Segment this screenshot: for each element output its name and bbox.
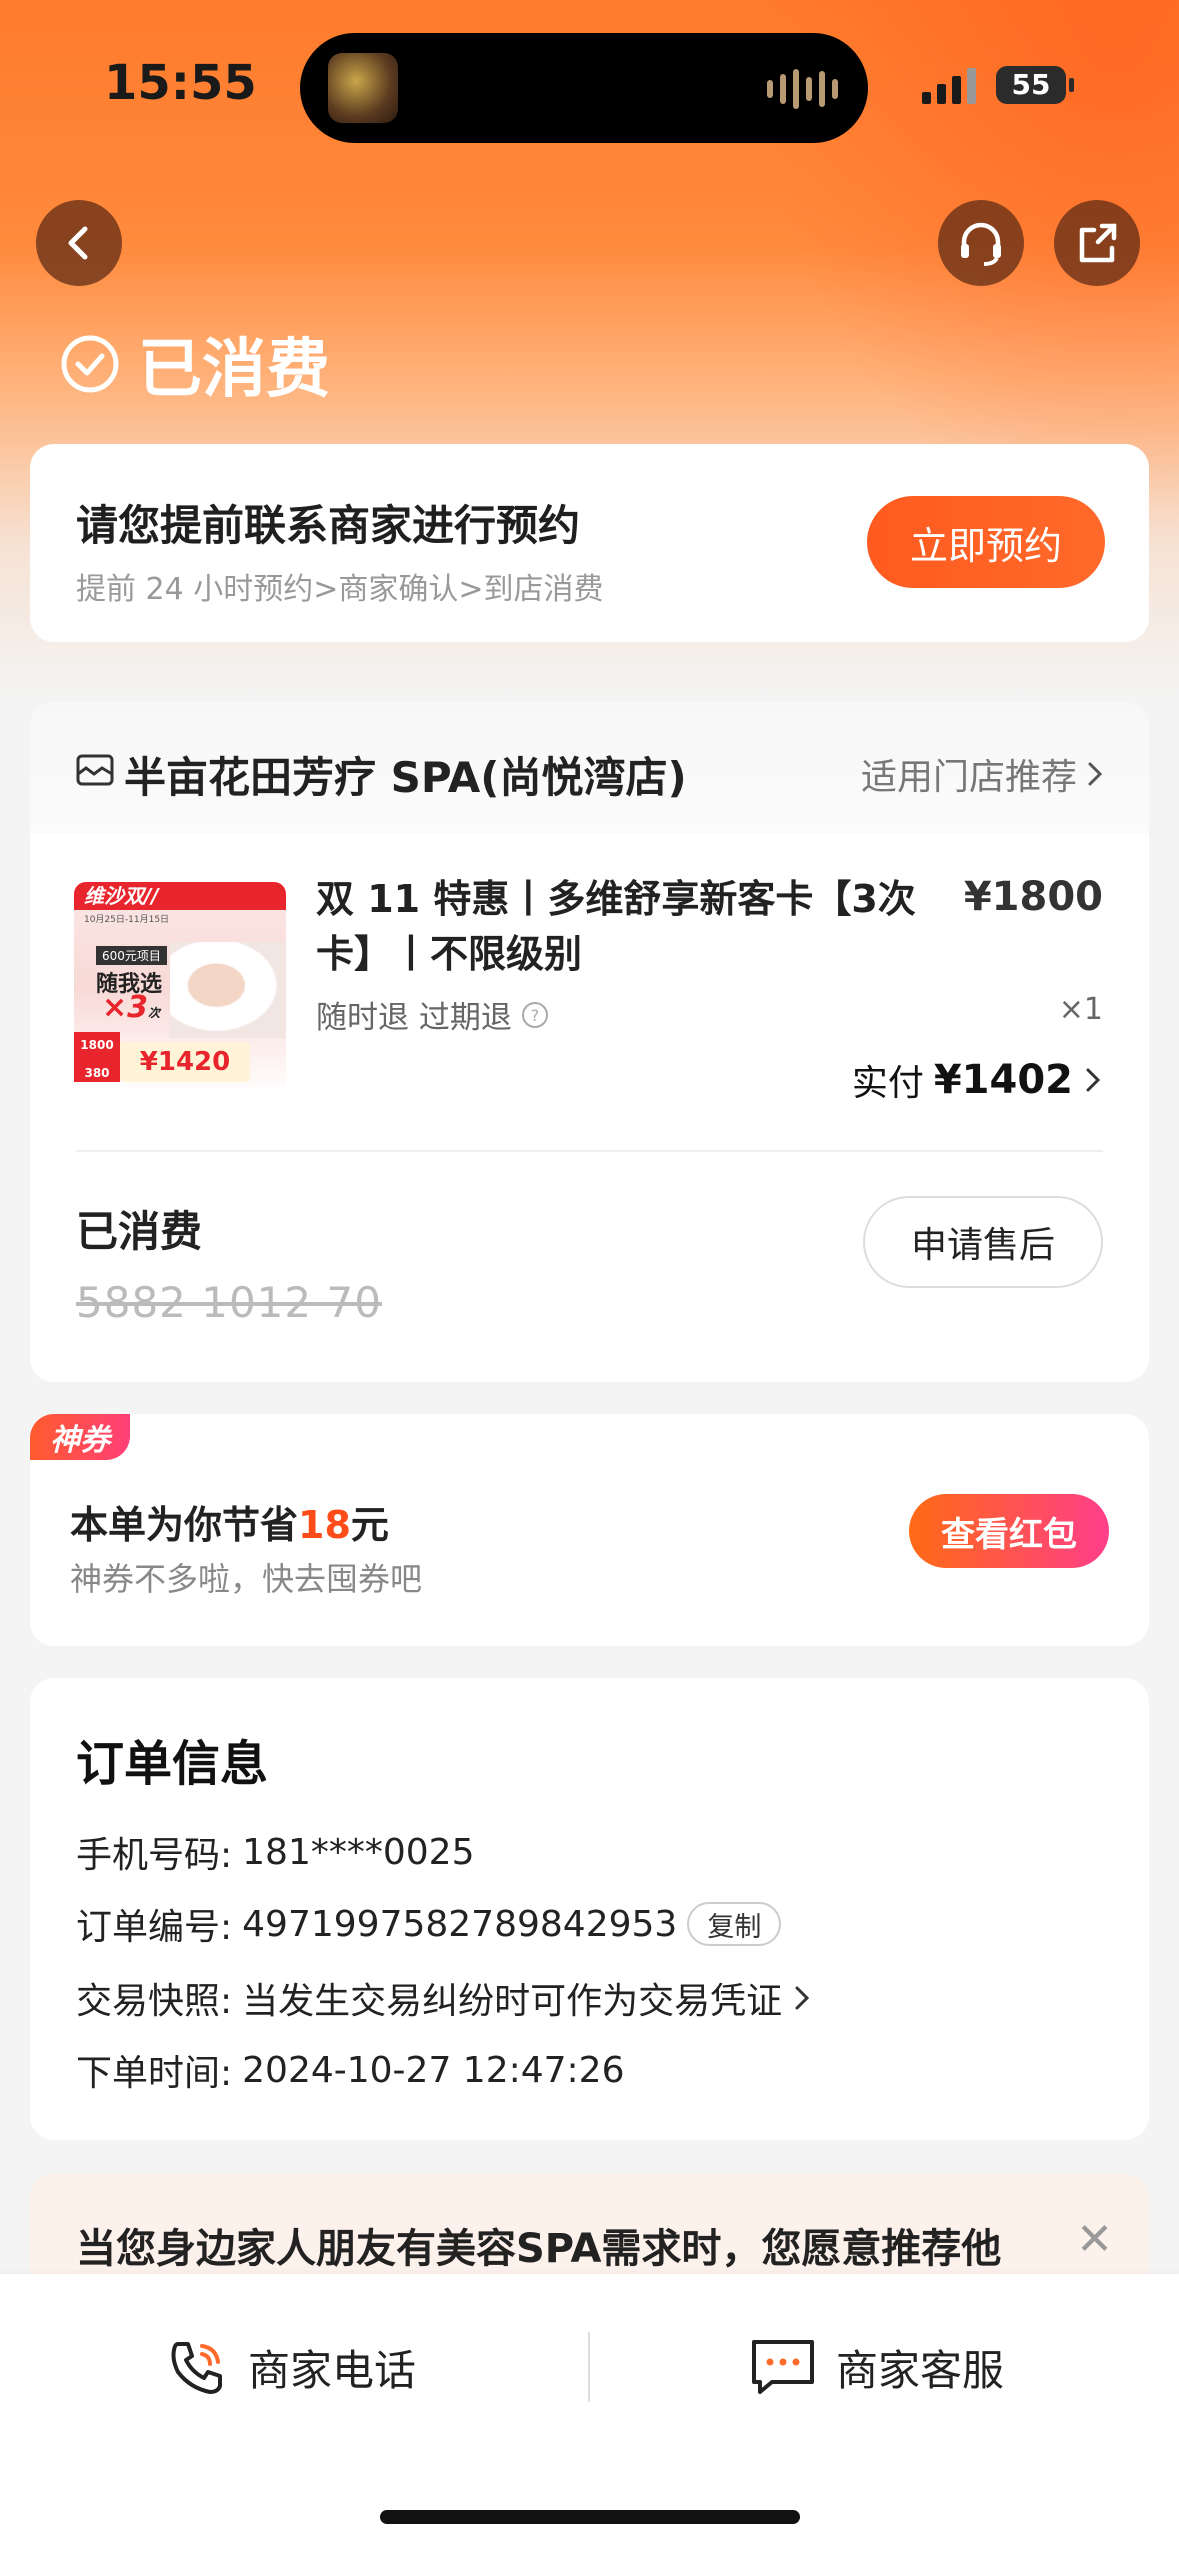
book-now-button[interactable]: 立即预约 xyxy=(867,496,1105,588)
thumb-price-orig: 1800 xyxy=(80,1038,114,1052)
phone-value: 181****0025 xyxy=(242,1831,475,1873)
order-status-title: 已消费 xyxy=(60,318,330,410)
merchant-service-button[interactable]: 商家客服 xyxy=(748,2334,1004,2400)
thumb-times-number: 3 xyxy=(127,990,149,1025)
product-price: ¥1800 xyxy=(963,874,1103,920)
product-quantity: ×1 xyxy=(1058,992,1103,1027)
booking-steps: 提前 24 小时预约>商家确认>到店消费 xyxy=(76,572,604,607)
status-title-text: 已消费 xyxy=(138,333,330,407)
order-time-label: 下单时间: xyxy=(76,2053,233,2094)
applicable-stores-link[interactable]: 适用门店推荐 xyxy=(861,748,1105,800)
product-thumbnail[interactable]: 维沙双// 10月25日-11月15日 600元项目 随我选 ×3次 1800 3… xyxy=(74,882,286,1094)
headset-icon xyxy=(961,222,1001,266)
svg-text:?: ? xyxy=(531,1006,540,1025)
share-icon xyxy=(1079,223,1117,263)
thumb-tag600: 600元项目 xyxy=(96,946,167,965)
coupon-subtitle: 神券不多啦，快去囤券吧 xyxy=(70,1560,423,1598)
chat-bubble-icon xyxy=(752,2340,814,2394)
booking-card: 请您提前联系商家进行预约 提前 24 小时预约>商家确认>到店消费 立即预约 xyxy=(30,444,1149,642)
phone-icon xyxy=(171,2342,222,2394)
coupon-tag: 神券 xyxy=(30,1414,130,1460)
thumb-times: ×3次 xyxy=(102,990,161,1025)
phone-row: 手机号码: 181****0025 xyxy=(76,1826,474,1878)
paid-amount-row[interactable]: 实付 ¥1402 xyxy=(852,1054,1103,1106)
thumb-dates: 10月25日-11月15日 xyxy=(84,915,170,925)
now-playing-artwork xyxy=(328,53,398,123)
coupon-title-prefix: 本单为你节省 xyxy=(70,1503,299,1547)
customer-service-button[interactable] xyxy=(938,200,1024,286)
chevron-left-icon xyxy=(68,226,88,260)
thumb-reduce: 380 xyxy=(84,1066,110,1080)
paid-amount: ¥1402 xyxy=(933,1057,1073,1103)
share-button[interactable] xyxy=(1054,200,1140,286)
refund-tags-text: 随时退 过期退 xyxy=(316,1000,512,1036)
merchant-phone-button[interactable]: 商家电话 xyxy=(164,2334,416,2400)
booking-title: 请您提前联系商家进行预约 xyxy=(76,501,581,550)
coupon-savings-amount: 18 xyxy=(298,1503,351,1547)
applicable-stores-label: 适用门店推荐 xyxy=(860,757,1077,798)
thumb-times-suffix: 次 xyxy=(148,1006,161,1020)
refund-tags: 随时退 过期退 ? xyxy=(316,992,550,1037)
thumb-banner: 维沙双// xyxy=(74,882,286,910)
shop-name: 半亩花田芳疗 SPA(尚悦湾店) xyxy=(124,753,687,802)
after-sale-button[interactable]: 申请售后 xyxy=(863,1196,1103,1288)
recommend-survey-card: 当您身边家人朋友有美容SPA需求时，您愿意推荐他 ✕ xyxy=(30,2174,1149,2274)
product-title[interactable]: 双 11 特惠丨多维舒享新客卡【3次卡】丨不限级别 xyxy=(316,872,936,982)
help-circle-icon[interactable]: ? xyxy=(520,1000,550,1030)
order-time-row: 下单时间: 2024-10-27 12:47:26 xyxy=(76,2044,624,2096)
view-red-packet-button[interactable]: 查看红包 xyxy=(909,1494,1109,1568)
dynamic-island xyxy=(300,33,868,143)
order-number-label: 订单编号: xyxy=(76,1907,233,1948)
snapshot-label: 交易快照: xyxy=(76,1981,233,2022)
divider xyxy=(76,1150,1103,1152)
voucher-code: 5882 1012 70 xyxy=(76,1278,382,1327)
check-circle-icon xyxy=(61,335,119,393)
battery-icon: 55 xyxy=(996,66,1074,104)
store-icon xyxy=(76,754,114,786)
merchant-phone-label: 商家电话 xyxy=(248,2345,417,2395)
coupon-card: 神券 本单为你节省18元 神券不多啦，快去囤券吧 查看红包 xyxy=(30,1414,1149,1646)
audio-wave-icon xyxy=(767,67,838,111)
chevron-right-icon xyxy=(795,1986,810,2010)
cellular-signal-icon xyxy=(922,64,976,104)
coupon-savings-title: 本单为你节省18元 xyxy=(70,1494,389,1549)
shop-header[interactable]: 半亩花田芳疗 SPA(尚悦湾店) 适用门店推荐 xyxy=(30,702,1149,834)
chevron-right-icon xyxy=(1088,762,1103,786)
home-indicator xyxy=(380,2510,800,2524)
paid-label: 实付 xyxy=(851,1063,924,1104)
bottom-bar-divider xyxy=(588,2332,590,2402)
phone-label: 手机号码: xyxy=(76,1835,233,1876)
shop-card: 半亩花田芳疗 SPA(尚悦湾店) 适用门店推荐 维沙双// 10月25日-11月… xyxy=(30,702,1149,1382)
close-icon[interactable]: ✕ xyxy=(1076,2214,1113,2265)
copy-button[interactable]: 复制 xyxy=(687,1902,782,1946)
merchant-service-label: 商家客服 xyxy=(836,2345,1005,2395)
snapshot-text: 当发生交易纠纷时可作为交易凭证 xyxy=(242,1981,783,2022)
status-time: 15:55 xyxy=(104,55,257,111)
order-info-title: 订单信息 xyxy=(76,1736,269,1792)
consumed-label: 已消费 xyxy=(76,1207,203,1256)
order-time-value: 2024-10-27 12:47:26 xyxy=(242,2049,625,2091)
order-number-value: 4971997582789842953 xyxy=(242,1903,678,1945)
coupon-title-suffix: 元 xyxy=(350,1503,389,1547)
back-button[interactable] xyxy=(36,200,122,286)
thumb-reduce-badge: 1800 380 xyxy=(74,1032,120,1082)
order-info-card: 订单信息 手机号码: 181****0025 订单编号: 4971997582789… xyxy=(30,1678,1149,2140)
thumb-deal-price: ¥1420 xyxy=(120,1042,250,1082)
snapshot-row[interactable]: 交易快照: 当发生交易纠纷时可作为交易凭证 xyxy=(76,1972,812,2024)
thumb-spa-photo xyxy=(170,942,286,1038)
chevron-right-icon xyxy=(1086,1068,1101,1092)
order-number-row: 订单编号: 4971997582789842953 复制 xyxy=(76,1898,782,1950)
survey-question: 当您身边家人朋友有美容SPA需求时，您愿意推荐他 xyxy=(76,2226,1002,2272)
